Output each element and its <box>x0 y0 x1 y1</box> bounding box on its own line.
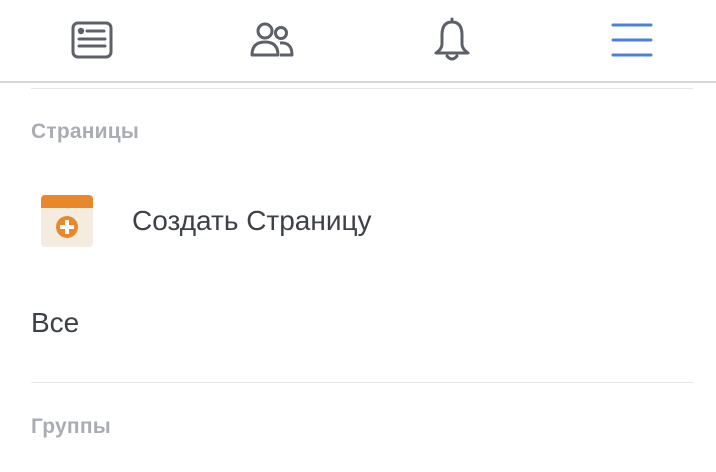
create-page-row[interactable]: Создать Страницу <box>0 195 716 253</box>
menu-content: Страницы Создать Страницу Все Группы <box>0 83 716 472</box>
divider <box>31 88 693 89</box>
divider <box>31 382 693 383</box>
friends-icon <box>250 22 294 57</box>
news-feed-icon <box>71 21 113 59</box>
create-page-icon <box>41 195 93 247</box>
all-pages-row[interactable]: Все <box>0 301 716 349</box>
section-header-groups: Группы <box>31 415 111 438</box>
section-header-pages: Страницы <box>31 120 139 143</box>
tab-menu[interactable] <box>602 14 662 66</box>
notifications-bell-icon <box>434 17 470 61</box>
tab-news-feed[interactable] <box>62 14 122 66</box>
tab-notifications[interactable] <box>422 14 482 66</box>
menu-hamburger-icon <box>611 23 653 57</box>
tab-friends[interactable] <box>242 14 302 66</box>
create-page-label: Создать Страницу <box>132 205 372 236</box>
top-navigation-bar <box>0 0 716 83</box>
all-pages-label: Все <box>31 307 80 338</box>
